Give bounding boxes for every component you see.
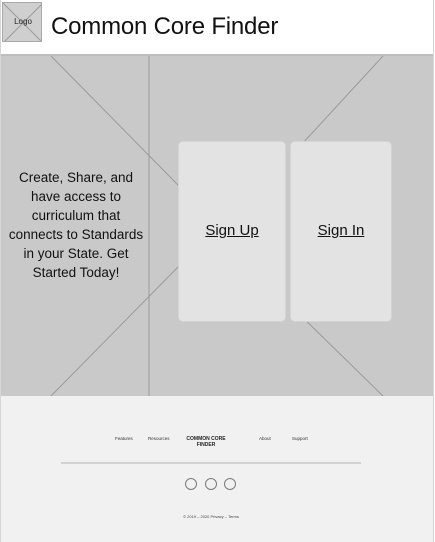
- footer-link-support[interactable]: Support: [292, 436, 308, 441]
- social-icon-2[interactable]: [205, 478, 217, 490]
- footer-link-features[interactable]: Features: [115, 436, 133, 441]
- signin-card[interactable]: Sign In: [291, 142, 391, 321]
- social-icon-3[interactable]: [224, 478, 236, 490]
- footer: Features Resources COMMON CORE FINDER Ab…: [1, 396, 433, 542]
- logo[interactable]: Logo: [2, 2, 42, 42]
- footer-brand: COMMON CORE FINDER: [181, 436, 231, 448]
- header: Logo Common Core Finder: [1, 0, 433, 56]
- signin-link[interactable]: Sign In: [291, 222, 391, 239]
- signup-card[interactable]: Sign Up: [179, 142, 285, 321]
- social-icon-1[interactable]: [185, 478, 197, 490]
- copyright-text: © 2019 – 2020 Privacy – Terms: [183, 514, 239, 519]
- hero-tagline: Create, Share, and have access to curric…: [8, 170, 144, 280]
- page-title: Common Core Finder: [51, 13, 279, 40]
- footer-divider: [61, 462, 361, 464]
- footer-link-about[interactable]: About: [259, 436, 271, 441]
- signup-link[interactable]: Sign Up: [179, 222, 285, 239]
- footer-brand-line2: FINDER: [196, 442, 216, 448]
- logo-label: Logo: [14, 17, 32, 26]
- footer-link-resources[interactable]: Resources: [148, 436, 170, 441]
- hero-section: Create, Share, and have access to curric…: [1, 56, 433, 396]
